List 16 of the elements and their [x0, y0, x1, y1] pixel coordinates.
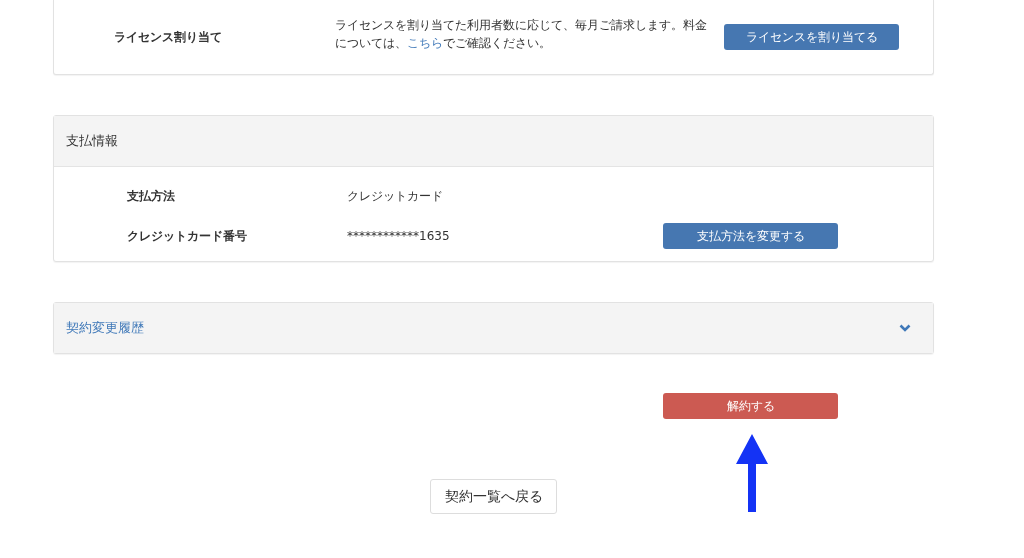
accordion-header[interactable]: 契約変更履歴	[54, 303, 933, 353]
link[interactable]: こちら	[407, 36, 443, 50]
row-label: クレジットカード番号	[127, 227, 248, 245]
section-header: 支払情報	[54, 116, 933, 167]
assign-license-button[interactable]: ライセンスを割り当てる	[724, 24, 899, 50]
accordion-title: 契約変更履歴	[66, 319, 144, 337]
row-value: ************1635	[347, 229, 451, 243]
row-label: ライセンス割り当て	[114, 28, 223, 46]
description-text: ライセンスを割り当てた利用者数に応じて、毎月ご請求します。料金については、こちらでご確認ください。	[335, 17, 707, 52]
row-value: クレジットカード	[347, 187, 444, 205]
chevron-icon	[899, 324, 911, 332]
arrow-icon	[735, 434, 769, 514]
back-button[interactable]: 契約一覧へ戻る	[430, 479, 557, 514]
row-label: 支払方法	[127, 187, 176, 205]
change-payment-button[interactable]: 支払方法を変更する	[663, 223, 838, 249]
cancel-contract-button[interactable]: 解約する	[663, 393, 838, 419]
